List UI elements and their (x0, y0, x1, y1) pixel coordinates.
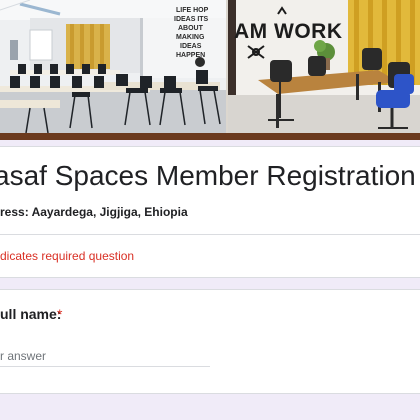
required-question-note: dicates required question (0, 249, 135, 263)
question-label: ull name: (0, 306, 62, 322)
wall-word-3: ABOUT (178, 25, 204, 32)
banner-photo-work-area: AM WORK (228, 0, 420, 133)
form-title-text: asaf Spaces Member Registration form (0, 160, 420, 191)
wall-word-5: IDEAS (180, 43, 202, 50)
required-asterisk: * (57, 306, 63, 322)
banner-bottom-rule (0, 133, 420, 140)
form-page: LIFE HOP IDEAS ITS ABOUT MAKING IDEAS HA… (0, 0, 420, 420)
wall-work-text: AM WORK (234, 20, 342, 43)
header-banner: LIFE HOP IDEAS ITS ABOUT MAKING IDEAS HA… (0, 0, 420, 140)
form-title: asaf Spaces Member Registration form (0, 160, 420, 192)
wall-word-2: IDEAS ITS (174, 16, 209, 23)
title-divider (0, 234, 420, 235)
banner-photo-meeting-room: LIFE HOP IDEAS ITS ABOUT MAKING IDEAS HA… (0, 0, 226, 133)
form-address: ress: Aayardega, Jigjiga, Ehiopia (0, 205, 188, 219)
wall-word-1: LIFE HOP (176, 7, 209, 14)
question-card-full-name (0, 289, 420, 394)
full-name-input[interactable] (0, 345, 210, 367)
wall-word-4: MAKING (176, 34, 205, 41)
